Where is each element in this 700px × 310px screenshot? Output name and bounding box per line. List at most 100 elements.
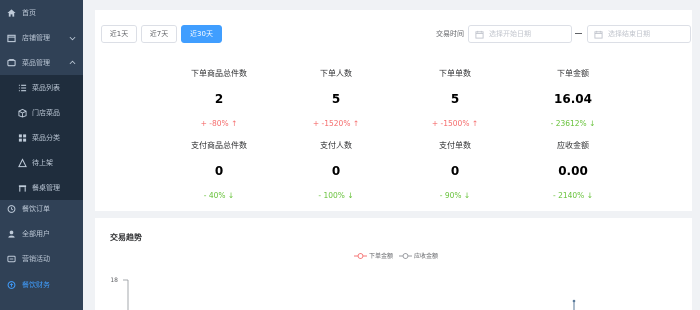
arrow-down-icon: ↓ bbox=[589, 119, 596, 128]
stat-title: 支付单数 bbox=[439, 141, 471, 150]
stat-value: 5 bbox=[450, 92, 460, 106]
stat-value: 0 bbox=[214, 164, 224, 178]
stat-change: - 90% ↓ bbox=[439, 191, 471, 200]
sidebar-item-marketing[interactable]: 营销活动 bbox=[0, 246, 83, 271]
sidebar-item-home[interactable]: 首页 bbox=[0, 0, 83, 25]
stat-value: 0 bbox=[450, 164, 460, 178]
stat-title: 支付人数 bbox=[320, 141, 352, 150]
sidebar-item-dish-management[interactable]: 菜品管理 bbox=[0, 50, 83, 75]
stat-change: - 2140% ↓ bbox=[553, 191, 593, 200]
sidebar-item-orders[interactable]: 餐饮订单 bbox=[0, 196, 83, 221]
sidebar-item-label: 餐桌管理 bbox=[32, 183, 60, 192]
legend-marker bbox=[354, 252, 367, 259]
legend-label: 下单金额 bbox=[369, 253, 394, 260]
stat-value: 5 bbox=[331, 92, 341, 106]
order-icon bbox=[7, 204, 16, 213]
stat-order-count: 下单单数 5 + -1500% ↑ bbox=[395, 68, 515, 128]
start-date-placeholder: 选择开始日期 bbox=[489, 30, 531, 38]
stat-title: 下单商品总件数 bbox=[191, 69, 247, 78]
sidebar-item-users[interactable]: 全部用户 bbox=[0, 221, 83, 246]
chart-legend: 下单金额 应收金额 bbox=[354, 251, 444, 260]
stat-change: + -1520% ↑ bbox=[312, 119, 360, 128]
stat-change: - 40% ↓ bbox=[203, 191, 235, 200]
legend-item-receivable-amount[interactable]: 应收金额 bbox=[399, 251, 438, 260]
range-7-days-button[interactable]: 近7天 bbox=[141, 25, 177, 43]
arrow-down-icon: ↓ bbox=[463, 191, 471, 200]
shop-icon bbox=[7, 33, 16, 42]
grid-icon bbox=[18, 133, 27, 142]
sidebar-item-label: 待上架 bbox=[32, 158, 53, 167]
sidebar-item-dish-category[interactable]: 菜品分类 bbox=[0, 125, 83, 150]
y-axis-max-label: 18 bbox=[110, 277, 118, 284]
list-icon bbox=[18, 83, 27, 92]
stat-paid-items: 支付商品总件数 0 - 40% ↓ bbox=[159, 140, 279, 200]
stat-change: + -80% ↑ bbox=[200, 119, 238, 128]
sidebar-item-dish-list[interactable]: 菜品列表 bbox=[0, 75, 83, 100]
sidebar-item-label: 首页 bbox=[22, 8, 36, 17]
stat-paid-users: 支付人数 0 - 100% ↓ bbox=[276, 140, 396, 200]
arrow-up-icon: ↑ bbox=[352, 119, 360, 128]
chevron-down-icon bbox=[69, 34, 76, 41]
trade-time-label: 交易时间 bbox=[436, 30, 464, 38]
stat-change: - 100% ↓ bbox=[318, 191, 354, 200]
home-icon bbox=[7, 8, 16, 17]
stat-title: 应收金额 bbox=[557, 141, 589, 150]
table-icon bbox=[18, 183, 27, 192]
stat-order-amount: 下单金额 16.04 - 23612% ↓ bbox=[513, 68, 633, 128]
stat-value: 16.04 bbox=[554, 92, 592, 106]
sidebar-item-store-dishes[interactable]: 门店菜品 bbox=[0, 100, 83, 125]
finance-icon bbox=[7, 280, 16, 289]
date-range-separator bbox=[575, 33, 582, 34]
stat-paid-count: 支付单数 0 - 90% ↓ bbox=[395, 140, 515, 200]
arrow-up-icon: ↑ bbox=[231, 119, 238, 128]
arrow-down-icon: ↓ bbox=[347, 191, 354, 200]
menu-icon bbox=[7, 58, 16, 67]
sidebar-item-label: 菜品分类 bbox=[32, 133, 60, 142]
trend-card: 交易趋势 下单金额 应收金额 18 bbox=[95, 218, 692, 310]
stat-order-items: 下单商品总件数 2 + -80% ↑ bbox=[159, 68, 279, 128]
sidebar-item-label: 店铺管理 bbox=[22, 33, 50, 42]
sidebar-item-label: 菜品列表 bbox=[32, 83, 60, 92]
trend-chart: 18 bbox=[110, 277, 576, 310]
sidebar-item-label: 餐饮财务 bbox=[22, 280, 50, 289]
stat-value: 0.00 bbox=[558, 164, 588, 178]
stat-value: 2 bbox=[214, 92, 224, 106]
arrow-down-icon: ↓ bbox=[586, 191, 593, 200]
users-icon bbox=[7, 229, 16, 238]
calendar-icon bbox=[594, 30, 603, 39]
legend-item-order-amount[interactable]: 下单金额 bbox=[354, 251, 393, 260]
legend-label: 应收金额 bbox=[414, 253, 439, 260]
stat-title: 下单金额 bbox=[557, 69, 589, 78]
stat-title: 下单人数 bbox=[320, 69, 352, 78]
sidebar-item-shop[interactable]: 店铺管理 bbox=[0, 25, 83, 50]
sidebar-item-label: 门店菜品 bbox=[32, 108, 60, 117]
sidebar-item-label: 全部用户 bbox=[22, 229, 50, 238]
sidebar-item-label: 营销活动 bbox=[22, 254, 50, 263]
range-30-days-button[interactable]: 近30天 bbox=[181, 25, 222, 43]
chevron-up-icon bbox=[69, 59, 76, 66]
sidebar-item-pending[interactable]: 待上架 bbox=[0, 150, 83, 175]
stat-title: 下单单数 bbox=[439, 69, 471, 78]
arrow-up-icon: ↑ bbox=[471, 119, 479, 128]
stat-order-users: 下单人数 5 + -1520% ↑ bbox=[276, 68, 396, 128]
sidebar-item-label: 菜品管理 bbox=[22, 58, 50, 67]
legend-marker bbox=[399, 252, 413, 259]
stat-change: + -1500% ↑ bbox=[431, 119, 479, 128]
sidebar: 首页 店铺管理 菜品管理 菜品列表 门店菜品 菜品分类 待上架 餐桌管理 餐饮订… bbox=[0, 0, 83, 310]
trend-title: 交易趋势 bbox=[110, 233, 142, 242]
sidebar-item-finance[interactable]: 餐饮财务 bbox=[0, 272, 83, 297]
stats-card: 近1天 近7天 近30天 交易时间 选择开始日期 选择结束日期 下单商品总件数 … bbox=[95, 10, 692, 211]
range-1-day-button[interactable]: 近1天 bbox=[101, 25, 137, 43]
end-date-placeholder: 选择结束日期 bbox=[608, 30, 650, 38]
stat-value: 0 bbox=[331, 164, 341, 178]
start-date-input[interactable]: 选择开始日期 bbox=[468, 25, 572, 43]
end-date-input[interactable]: 选择结束日期 bbox=[587, 25, 691, 43]
series-point bbox=[572, 299, 576, 303]
marketing-icon bbox=[7, 254, 16, 263]
sidebar-item-label: 餐饮订单 bbox=[22, 204, 50, 213]
arrow-down-icon: ↓ bbox=[227, 191, 235, 200]
box-icon bbox=[18, 108, 27, 117]
calendar-icon bbox=[475, 30, 484, 39]
stat-title: 支付商品总件数 bbox=[191, 141, 247, 150]
stat-receivable-amount: 应收金额 0.00 - 2140% ↓ bbox=[513, 140, 633, 200]
